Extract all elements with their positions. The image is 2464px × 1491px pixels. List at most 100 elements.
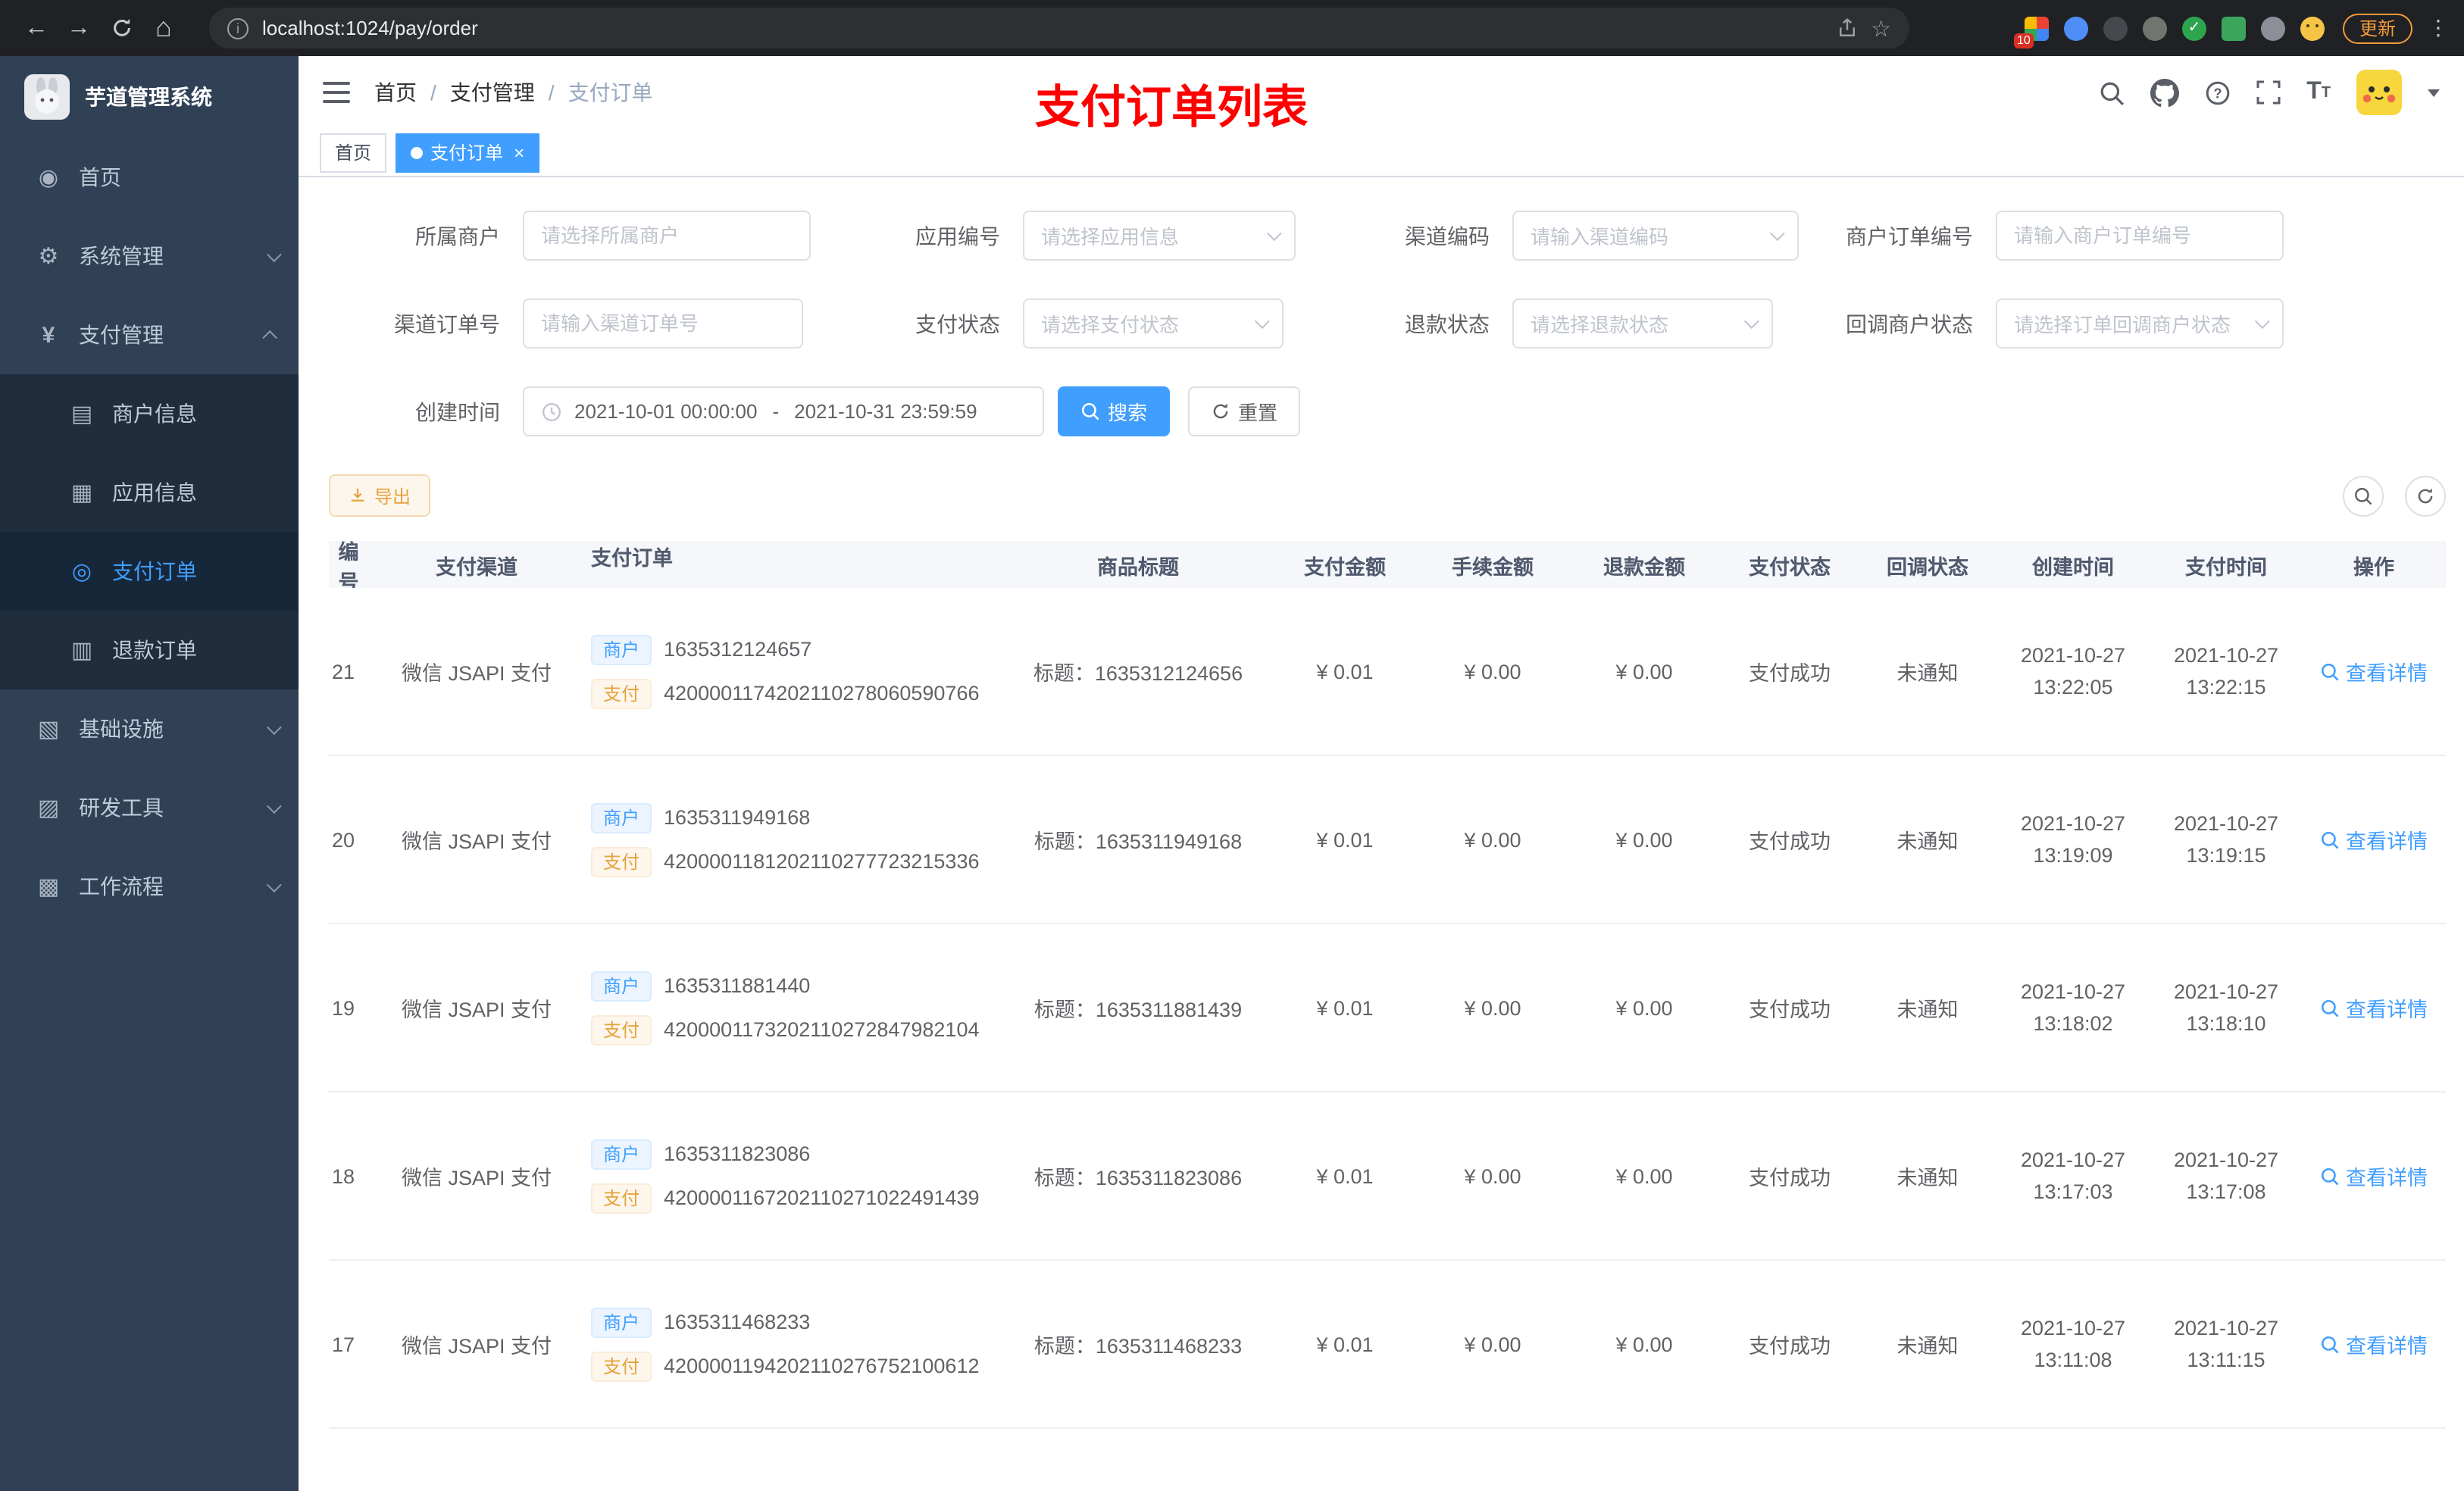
date-start[interactable]: 2021-10-01 00:00:00 — [574, 400, 757, 423]
sidebar-item-refund-order[interactable]: 退款订单 — [0, 611, 299, 689]
url-bar[interactable]: localhost:1024/pay/order — [209, 8, 1909, 48]
close-icon[interactable]: × — [514, 142, 524, 163]
view-detail-link[interactable]: 查看详情 — [2320, 1329, 2428, 1359]
pay-tag: 支付 — [591, 1351, 652, 1381]
sidebar-item-pay-order[interactable]: 支付订单 — [0, 532, 299, 611]
sidebar-item-payment[interactable]: 支付管理 — [0, 295, 299, 374]
sidebar-item-system[interactable]: 系统管理 — [0, 217, 299, 295]
github-icon[interactable] — [2150, 78, 2180, 107]
browser-home-icon[interactable] — [142, 7, 185, 49]
cell-refund: ¥ 0.00 — [1615, 1164, 1673, 1187]
help-icon[interactable]: ? — [2205, 80, 2231, 105]
header-actions: ? — [2099, 70, 2440, 115]
filter-merchant-order-no: 商户订单编号 — [1708, 211, 2284, 261]
view-detail-label: 查看详情 — [2346, 830, 2428, 853]
extension-icon[interactable] — [2103, 16, 2128, 40]
user-avatar[interactable] — [2356, 70, 2402, 115]
site-info-icon[interactable] — [227, 17, 249, 39]
url-text[interactable]: localhost:1024/pay/order — [262, 17, 1822, 39]
merchant-select[interactable] — [523, 211, 811, 261]
search-icon[interactable] — [2099, 80, 2125, 105]
cell-fee: ¥ 0.00 — [1464, 828, 1521, 851]
view-detail-label: 查看详情 — [2346, 662, 2428, 685]
search-toggle-button[interactable] — [2343, 475, 2384, 516]
tab-home[interactable]: 首页 — [320, 133, 387, 172]
filter-refund-status: 退款状态 请选择退款状态 — [1288, 299, 1773, 349]
browser-back-icon[interactable] — [15, 7, 58, 49]
extension-icon[interactable] — [2181, 16, 2206, 40]
breadcrumb-home[interactable]: 首页 — [374, 77, 417, 108]
filter-channel-order-no: 渠道订单号 — [299, 299, 803, 349]
font-size-icon[interactable] — [2306, 79, 2331, 106]
filter-label: 支付状态 — [915, 311, 1000, 336]
chevron-down-icon — [266, 798, 282, 814]
cell-fee: ¥ 0.00 — [1464, 1164, 1521, 1187]
export-button[interactable]: 导出 — [329, 474, 431, 517]
pay-order-no: 4200001173202110272847982104 — [664, 1018, 980, 1041]
breadcrumb-section[interactable]: 支付管理 — [450, 77, 535, 108]
sidebar-item-workflow[interactable]: 工作流程 — [0, 847, 299, 926]
browser-reload-icon[interactable] — [100, 7, 142, 49]
channel-order-no-input[interactable] — [523, 299, 803, 349]
sidebar-toggle-icon[interactable] — [323, 82, 350, 103]
fullscreen-icon[interactable] — [2256, 80, 2281, 105]
column-header: 支付金额 — [1304, 555, 1386, 578]
sidebar-item-infrastructure[interactable]: 基础设施 — [0, 689, 299, 768]
sidebar-item-label: 应用信息 — [112, 480, 197, 505]
pay-order-no: 4200001174202110278060590766 — [664, 682, 980, 705]
refresh-button[interactable] — [2405, 475, 2446, 516]
cell-create-time: 2021-10-27 13:22:05 — [2020, 644, 2126, 699]
pay-status-select[interactable]: 请选择支付状态 — [1023, 299, 1284, 349]
browser-update-button[interactable]: 更新 — [2342, 13, 2412, 43]
browser-menu-icon[interactable] — [2428, 15, 2449, 41]
extension-icon[interactable] — [2063, 16, 2088, 40]
sidebar-item-merchant-info[interactable]: 商户信息 — [0, 374, 299, 453]
cell-notify-status — [1859, 1429, 1996, 1491]
chevron-down-icon — [1266, 226, 1282, 242]
select-placeholder: 请输入渠道编码 — [1531, 226, 1669, 248]
search-button[interactable]: 搜索 — [1058, 386, 1171, 436]
date-range-picker[interactable]: 2021-10-01 00:00:00 - 2021-10-31 23:59:5… — [523, 386, 1044, 436]
filter-notify-status: 回调商户状态 请选择订单回调商户状态 — [1708, 299, 2284, 349]
tab-label: 首页 — [335, 142, 372, 164]
cell-id: 21 — [332, 660, 355, 683]
chevron-down-icon[interactable] — [2428, 89, 2440, 96]
cell-pay-channel: 微信 JSAPI 支付 — [401, 662, 552, 685]
bookmark-star-icon[interactable] — [1871, 14, 1891, 42]
merchant-order-no: 1635311949168 — [664, 806, 811, 829]
reset-button[interactable]: 重置 — [1188, 386, 1301, 436]
table-body: 21 微信 JSAPI 支付 商户 1635312124657 支付 4200001174… — [329, 588, 2446, 1491]
view-detail-link[interactable]: 查看详情 — [2320, 656, 2428, 686]
sidebar-item-dev-tools[interactable]: 研发工具 — [0, 768, 299, 847]
tab-pay-order[interactable]: 支付订单 × — [396, 133, 540, 172]
cell-pay-time: 2021-10-27 13:22:15 — [2173, 644, 2279, 699]
notify-status-select[interactable]: 请选择订单回调商户状态 — [1996, 299, 2284, 349]
merchant-order-no-input[interactable] — [1996, 211, 2284, 261]
credit-card-icon — [67, 400, 97, 427]
cell-pay-channel: 微信 JSAPI 支付 — [401, 1167, 552, 1189]
sidebar-item-home[interactable]: 首页 — [0, 138, 299, 217]
view-detail-link[interactable]: 查看详情 — [2320, 824, 2428, 855]
cell-notify-status: 未通知 — [1896, 1335, 1959, 1358]
cell-id: 20 — [332, 828, 355, 851]
share-icon[interactable] — [1836, 17, 1857, 39]
date-end[interactable]: 2021-10-31 23:59:59 — [794, 400, 977, 423]
table-row: 20 微信 JSAPI 支付 商户 1635311949168 支付 4200001181… — [329, 756, 2446, 924]
app-select[interactable]: 请选择应用信息 — [1023, 211, 1296, 261]
extension-icon[interactable]: 10 — [2013, 16, 2049, 48]
chevron-down-icon — [266, 246, 282, 262]
merchant-order-line: 商户 1635311881440 — [591, 971, 810, 1001]
extension-icon[interactable] — [2221, 16, 2246, 40]
sidebar-item-label: 系统管理 — [79, 244, 164, 268]
view-detail-link[interactable]: 查看详情 — [2320, 1161, 2428, 1191]
profile-avatar-icon[interactable] — [2300, 16, 2325, 40]
workflow-icon — [33, 873, 64, 900]
extensions-puzzle-icon[interactable] — [2260, 16, 2285, 40]
cell-actions: 查看详情 — [2302, 1092, 2446, 1259]
browser-chrome: localhost:1024/pay/order 10 更新 — [0, 0, 2464, 56]
extension-icon[interactable] — [2142, 16, 2167, 40]
view-detail-link[interactable]: 查看详情 — [2320, 992, 2428, 1023]
cell-amount: ¥ 0.01 — [1316, 1333, 1374, 1355]
sidebar-item-app-info[interactable]: 应用信息 — [0, 453, 299, 532]
browser-forward-icon[interactable] — [58, 7, 100, 49]
